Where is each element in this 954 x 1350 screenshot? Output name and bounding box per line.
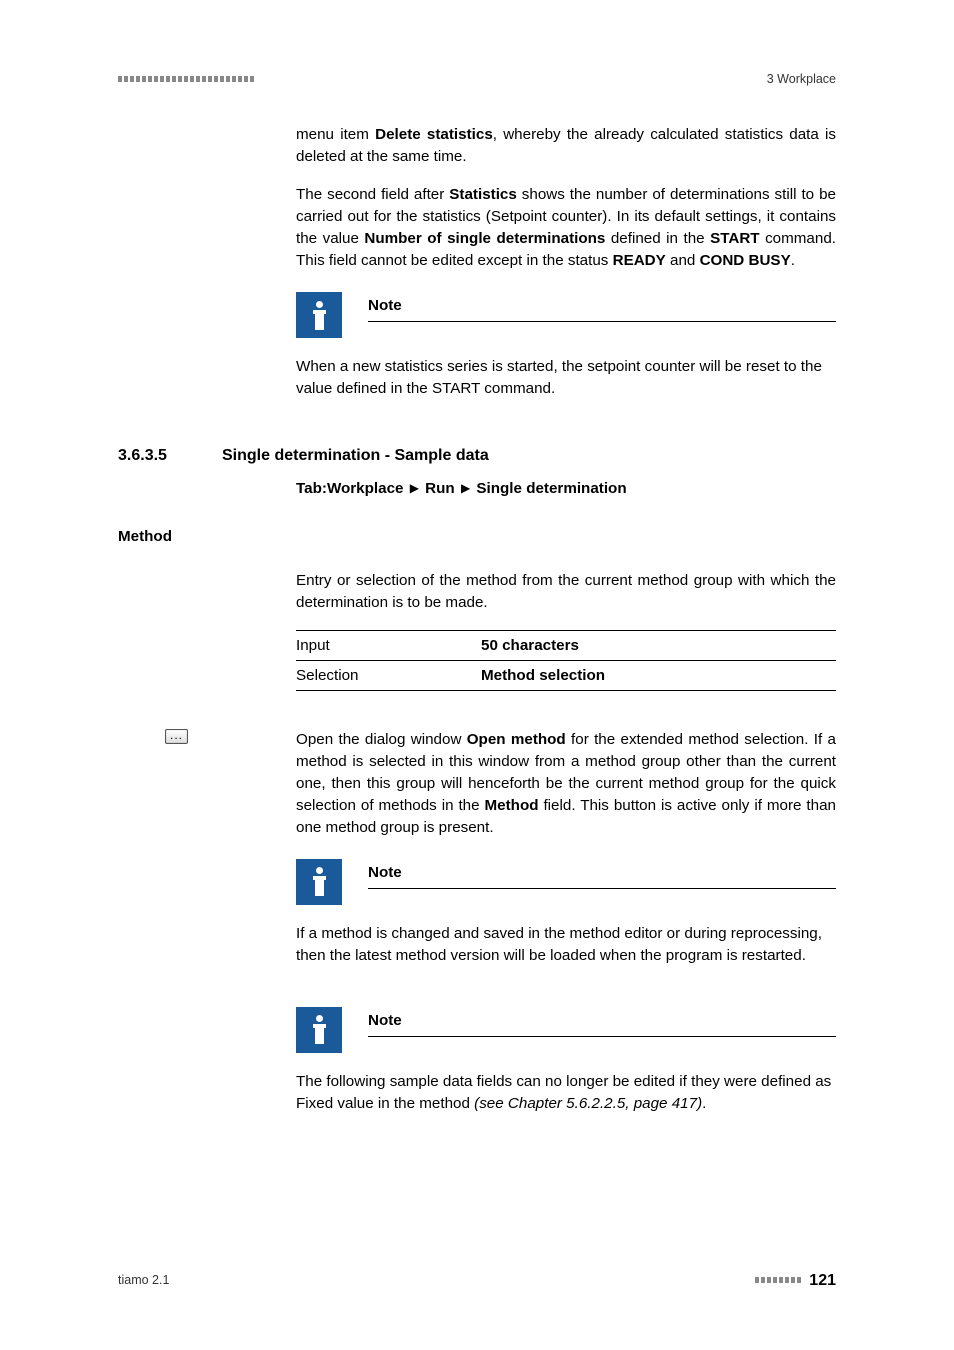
note-title: Note xyxy=(368,1010,836,1037)
spec-value: 50 characters xyxy=(481,630,836,660)
page-number: 121 xyxy=(809,1269,836,1292)
spec-label: Input xyxy=(296,630,481,660)
info-icon xyxy=(296,292,342,338)
header-ornament-left xyxy=(118,76,254,82)
note-method-version: Note If a method is changed and saved in… xyxy=(296,859,836,967)
page-header: 3 Workplace xyxy=(118,70,836,88)
note-body: The following sample data fields can no … xyxy=(296,1071,836,1115)
info-icon xyxy=(296,859,342,905)
note-setpoint-reset: Note When a new statistics series is sta… xyxy=(296,292,836,400)
method-description: Entry or selection of the method from th… xyxy=(296,570,836,614)
info-icon xyxy=(296,1007,342,1053)
note-fixed-value: Note The following sample data fields ca… xyxy=(296,1007,836,1115)
section-number: 3.6.3.5 xyxy=(118,444,222,467)
note-title: Note xyxy=(368,295,836,322)
table-row: Input 50 characters xyxy=(296,630,836,660)
spec-value: Method selection xyxy=(481,660,836,690)
method-heading: Method xyxy=(118,526,836,548)
open-method-paragraph: Open the dialog window Open method for t… xyxy=(296,729,836,839)
open-method-button[interactable]: ... xyxy=(165,729,188,744)
breadcrumb: Tab:Workplace ▶ Run ▶ Single determinati… xyxy=(296,478,836,500)
paragraph-statistics-field: The second field after Statistics shows … xyxy=(296,184,836,272)
spec-label: Selection xyxy=(296,660,481,690)
section-title: Single determination - Sample data xyxy=(222,444,489,467)
page-footer: tiamo 2.1 121 xyxy=(118,1269,836,1292)
footer-product: tiamo 2.1 xyxy=(118,1271,169,1289)
note-body: When a new statistics series is started,… xyxy=(296,356,836,400)
footer-ornament-right xyxy=(755,1277,801,1283)
table-row: Selection Method selection xyxy=(296,660,836,690)
method-spec-table: Input 50 characters Selection Method sel… xyxy=(296,630,836,691)
paragraph-delete-statistics: menu item Delete statistics, whereby the… xyxy=(296,124,836,168)
note-title: Note xyxy=(368,862,836,889)
note-body: If a method is changed and saved in the … xyxy=(296,923,836,967)
header-chapter-label: 3 Workplace xyxy=(767,70,836,88)
section-heading: 3.6.3.5 Single determination - Sample da… xyxy=(118,444,836,467)
